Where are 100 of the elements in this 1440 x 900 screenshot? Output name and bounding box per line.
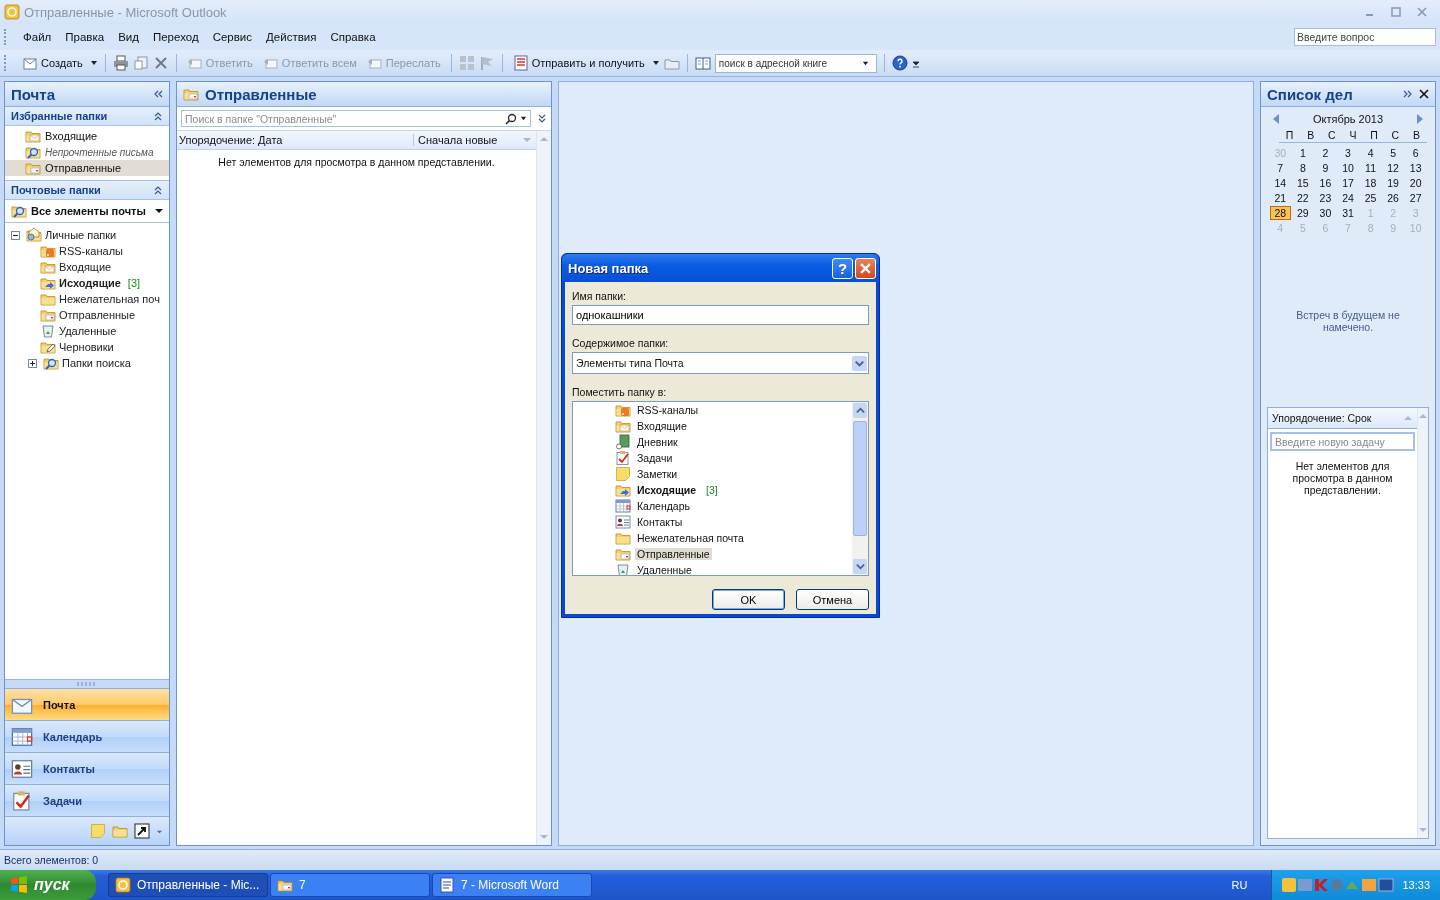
collapse-section-icon[interactable] xyxy=(153,185,163,195)
menu-item[interactable]: Вид xyxy=(112,29,145,45)
maximize-icon[interactable] xyxy=(1390,6,1402,18)
folder-item[interactable]: RSS-каналы xyxy=(635,404,701,416)
new-task-field[interactable]: Введите новую задачу xyxy=(1270,432,1415,451)
folder-name-field[interactable]: однокашники xyxy=(572,305,869,325)
navigation-button[interactable]: Календарь xyxy=(5,720,169,752)
expander-icon[interactable] xyxy=(28,358,37,368)
expander-icon[interactable] xyxy=(11,230,20,240)
caret-icon[interactable] xyxy=(651,59,660,67)
taskbar-button[interactable]: 7 xyxy=(270,873,430,897)
calendar-day[interactable]: 19 xyxy=(1382,176,1404,189)
sort-order-header[interactable]: Сначала новые xyxy=(414,134,518,146)
calendar-day[interactable]: 16 xyxy=(1315,176,1336,189)
calendar-day[interactable]: 8 xyxy=(1292,161,1314,174)
splitter-handle[interactable] xyxy=(77,682,97,686)
send-receive-button[interactable]: Отправить и получить xyxy=(509,53,648,73)
calendar-day[interactable]: 9 xyxy=(1315,161,1336,174)
taskbar-button[interactable]: 7 - Microsoft Word xyxy=(432,873,592,897)
folder-item[interactable]: Отправленные xyxy=(635,548,712,560)
menu-item[interactable]: Переход xyxy=(146,29,205,45)
scrollbar[interactable] xyxy=(852,402,868,575)
arrange-by-header[interactable]: Упорядочение: Дата xyxy=(177,134,414,146)
folder-item[interactable]: Нежелательная почта xyxy=(635,532,746,544)
calendar-day[interactable]: 31 xyxy=(1337,206,1359,219)
folder-item[interactable]: Черновики xyxy=(59,341,114,353)
calendar-day[interactable]: 17 xyxy=(1337,176,1359,189)
address-book-search-field[interactable]: поиск в адресной книге xyxy=(714,53,877,73)
calendar-day[interactable]: 24 xyxy=(1337,191,1359,204)
favorite-folder[interactable]: Непрочтенные письма xyxy=(5,144,169,160)
folder-item[interactable]: Заметки xyxy=(635,468,680,480)
calendar-day[interactable]: 15 xyxy=(1292,176,1314,189)
calendar-day[interactable]: 14 xyxy=(1270,176,1291,189)
folder-search-field[interactable]: Поиск в папке "Отправленные" xyxy=(181,110,531,127)
navigation-button[interactable]: Почта xyxy=(5,688,169,720)
scroll-down-icon[interactable] xyxy=(855,562,865,571)
collapse-section-icon[interactable] xyxy=(153,111,163,121)
menu-item[interactable]: Сервис xyxy=(206,29,259,45)
new-button[interactable]: Создать xyxy=(19,53,86,73)
menu-item[interactable]: Правка xyxy=(59,29,111,45)
start-button[interactable]: пуск xyxy=(0,870,96,900)
close-icon[interactable] xyxy=(1419,89,1429,99)
favorite-folder[interactable]: Отправленные xyxy=(5,160,169,176)
folder-item[interactable]: Нежелательная поч xyxy=(59,293,160,305)
calendar-day[interactable]: 30 xyxy=(1315,206,1336,219)
calendar-day[interactable]: 29 xyxy=(1292,206,1314,219)
calendar-day[interactable]: 26 xyxy=(1382,191,1404,204)
printer-icon[interactable] xyxy=(112,55,129,71)
next-month-icon[interactable] xyxy=(1417,114,1423,124)
caret-icon[interactable] xyxy=(89,59,98,67)
calendar-day[interactable]: 12 xyxy=(1382,161,1404,174)
calendar-day[interactable]: 27 xyxy=(1405,191,1426,204)
caret-icon[interactable] xyxy=(861,59,869,67)
scroll-up-icon[interactable] xyxy=(855,406,865,415)
calendar-day[interactable]: 3 xyxy=(1337,146,1359,159)
taskbar-button[interactable]: Отправленные - Mic... xyxy=(108,873,268,897)
folder-item[interactable]: Папки поиска xyxy=(62,357,131,369)
calendar-day[interactable]: 10 xyxy=(1337,161,1359,174)
tray-icons-drawing[interactable] xyxy=(1282,877,1395,893)
folder-icon[interactable] xyxy=(112,823,128,839)
navigation-button[interactable]: Контакты xyxy=(5,752,169,784)
shortcut-icon[interactable] xyxy=(134,823,150,839)
favorite-folder[interactable]: Входящие xyxy=(5,128,169,144)
help-button[interactable]: ? xyxy=(832,257,853,279)
close-button[interactable] xyxy=(855,257,876,279)
folder-item[interactable]: Удаленные xyxy=(59,325,117,337)
calendar-day[interactable]: 6 xyxy=(1405,146,1426,159)
address-book-icon[interactable] xyxy=(694,55,711,71)
calendar-day[interactable]: 22 xyxy=(1292,191,1314,204)
navigation-button[interactable]: Задачи xyxy=(5,784,169,816)
view-selector[interactable]: Все элементы почты xyxy=(5,200,169,223)
help-search-field[interactable]: Введите вопрос xyxy=(1294,28,1436,46)
calendar-day[interactable]: 5 xyxy=(1382,146,1404,159)
calendar-day[interactable]: 20 xyxy=(1405,176,1426,189)
caret-icon[interactable] xyxy=(520,115,527,122)
calendar-day[interactable]: 28 xyxy=(1270,205,1291,220)
language-indicator[interactable]: RU xyxy=(1207,879,1272,891)
expand-icon[interactable] xyxy=(1403,89,1413,99)
expand-icon[interactable] xyxy=(537,113,547,124)
search-icon[interactable] xyxy=(505,113,517,125)
calendar-day[interactable]: 25 xyxy=(1360,191,1381,204)
folder-contents-dropdown[interactable]: Элементы типа Почта xyxy=(572,352,869,374)
delete-icon[interactable] xyxy=(152,55,169,71)
ok-button[interactable]: OK xyxy=(712,589,785,610)
folder-item[interactable]: Календарь xyxy=(635,500,692,512)
folder-item[interactable]: RSS-каналы xyxy=(59,245,123,257)
folder-item[interactable]: Входящие xyxy=(59,261,112,273)
calendar-day[interactable]: 4 xyxy=(1360,146,1381,159)
folder-item[interactable]: Дневник xyxy=(635,436,680,448)
menu-item[interactable]: Справка xyxy=(324,29,382,45)
folder-item[interactable]: Отправленные xyxy=(59,309,136,321)
folder-item[interactable]: Входящие xyxy=(635,420,689,432)
calendar-day[interactable]: 11 xyxy=(1360,161,1381,174)
folder-item[interactable]: Задачи xyxy=(635,452,675,464)
calendar-day[interactable]: 2 xyxy=(1315,146,1336,159)
calendar-day[interactable]: 21 xyxy=(1270,191,1291,204)
help-icon[interactable] xyxy=(891,55,908,71)
calendar-day[interactable]: 23 xyxy=(1315,191,1336,204)
menu-item[interactable]: Файл xyxy=(17,29,58,45)
menu-item[interactable]: Действия xyxy=(260,29,323,45)
